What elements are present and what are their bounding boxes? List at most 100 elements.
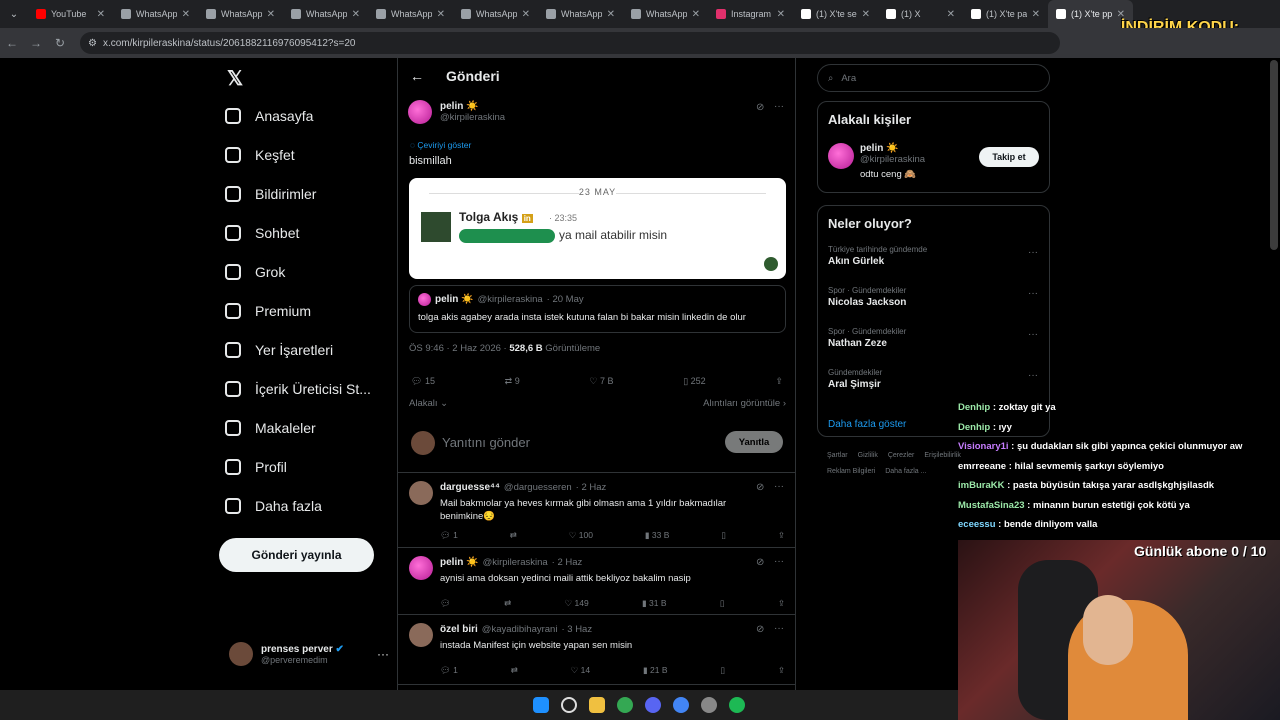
sort-dropdown[interactable]: Alakalı ⌄ [409,398,448,409]
post-time[interactable]: ÖS 9:46 · 2 Haz 2026 · [409,343,507,354]
chrome-icon[interactable] [617,697,633,713]
nav-item[interactable]: Daha fazla [225,498,322,514]
browser-tab[interactable]: WhatsApp ✕ [113,0,198,28]
chrome-active-icon[interactable] [673,697,689,713]
reply-button[interactable]: 💬︎ 1 [440,665,458,676]
reply-post[interactable]: özel biri @kayadibihayrani · 3 Haz ⊘ ··· inst… [398,615,795,685]
forward-icon[interactable]: → [24,36,48,50]
trend-item[interactable]: Spor · Gündemdekiler Nicolas Jackson ··· [828,286,1038,308]
browser-tab[interactable]: WhatsApp ✕ [538,0,623,28]
footer-link[interactable]: Gizlilik [858,452,878,459]
close-icon[interactable]: ✕ [522,9,530,20]
bookmark-button[interactable]: ▯ 252 [683,376,705,387]
avatar[interactable] [828,143,854,169]
more-icon[interactable]: ··· [1028,329,1038,340]
repost-button[interactable]: ⇄ [511,665,518,676]
more-icon[interactable]: ··· [377,647,389,661]
nav-item[interactable]: Bildirimler [225,186,316,202]
close-icon[interactable]: ✕ [1117,9,1125,20]
discord-icon[interactable] [645,697,661,713]
browser-tab[interactable]: WhatsApp ✕ [283,0,368,28]
bookmark-button[interactable]: ▯ [720,665,725,676]
footer-link[interactable]: Daha fazla ... [885,468,926,475]
quoted-post[interactable]: pelin ☀️ @kirpileraskina · 20 May tolga … [409,285,786,333]
avatar[interactable] [409,481,433,505]
post-author[interactable]: pelin ☀️ @kirpileraskina [408,100,505,124]
nav-item[interactable]: Keşfet [225,147,295,163]
more-icon[interactable]: ··· [1028,288,1038,299]
nav-item[interactable]: İçerik Üreticisi St... [225,381,371,397]
scrollbar[interactable] [1270,60,1278,250]
browser-tab[interactable]: WhatsApp ✕ [368,0,453,28]
footer-link[interactable]: Reklam Bilgileri [827,468,875,475]
close-icon[interactable]: ✕ [437,9,445,20]
share-icon[interactable]: ⇪ [778,665,785,676]
file-explorer-icon[interactable] [589,697,605,713]
search-icon[interactable] [561,697,577,713]
author-name[interactable]: pelin ☀️ [440,101,505,112]
grok-icon[interactable]: ⊘ [756,557,764,568]
grok-icon[interactable]: ⊘ [756,624,764,635]
avatar[interactable] [409,556,433,580]
tab-search-icon[interactable]: ⌄ [0,9,28,20]
windows-start-icon[interactable] [533,697,549,713]
trend-item[interactable]: Gündemdekiler Aral Şimşir ··· [828,368,1038,390]
avatar[interactable] [409,623,433,647]
bookmark-button[interactable]: ▯ [720,598,725,609]
browser-tab[interactable]: YouTube ✕ [28,0,113,28]
nav-item[interactable]: Anasayfa [225,108,313,124]
x-logo-icon[interactable]: 𝕏 [227,66,243,91]
show-more-link[interactable]: Daha fazla göster [828,419,906,430]
nav-item[interactable]: Makaleler [225,420,316,436]
reply-submit-button[interactable]: Yanıtla [725,431,783,453]
post-image[interactable]: 23 MAY Tolga Akış in · 23:35 ya mail ata… [409,178,786,279]
nav-item[interactable]: Profil [225,459,287,475]
close-icon[interactable]: ✕ [1032,9,1040,20]
footer-link[interactable]: Erişilebilirlik [924,452,961,459]
browser-tab[interactable]: (1) X'te se ✕ [793,0,878,28]
account-switcher[interactable]: prenses perver ✔ @perveremedim ··· [229,642,389,666]
reply-button[interactable]: 💬︎ 15 [411,376,435,387]
nav-item[interactable]: Premium [225,303,311,319]
views-button[interactable]: ▮ 33 B [645,530,670,541]
nav-item[interactable]: Yer İşaretleri [225,342,333,358]
spotify-icon[interactable] [729,697,745,713]
bookmark-button[interactable]: ▯ [721,530,726,541]
repost-button[interactable]: ⇄ 9 [505,376,520,387]
browser-tab[interactable]: Instagram ✕ [708,0,793,28]
url-field[interactable]: ⚙ x.com/kirpileraskina/status/2061882116… [80,32,1060,54]
search-input[interactable]: ⌕ Ara [817,64,1050,92]
close-icon[interactable]: ✕ [692,9,700,20]
reload-icon[interactable]: ↻ [48,36,72,50]
share-icon[interactable]: ⇪ [775,376,783,387]
author-handle[interactable]: @kirpileraskina [440,112,505,123]
reply-button[interactable]: 💬︎ 1 [440,530,458,541]
like-button[interactable]: ♡ 100 [569,530,593,541]
nav-item[interactable]: Sohbet [225,225,299,241]
obs-icon[interactable] [701,697,717,713]
reply-author-name[interactable]: darguesse⁴⁴ [440,482,500,493]
views-button[interactable]: ▮ 21 B [643,665,668,676]
repost-button[interactable]: ⇄ [504,598,511,609]
like-button[interactable]: ♡ 7 B [589,376,613,387]
more-icon[interactable]: ··· [774,481,784,492]
reply-post[interactable]: pelin ☀️ @kirpileraskina · 2 Haz ⊘ ··· aynisi… [398,548,795,615]
more-icon[interactable]: ··· [774,623,784,634]
close-icon[interactable]: ✕ [352,9,360,20]
browser-tab[interactable]: WhatsApp ✕ [453,0,538,28]
close-icon[interactable]: ✕ [607,9,615,20]
trend-item[interactable]: Spor · Gündemdekiler Nathan Zeze ··· [828,327,1038,349]
share-icon[interactable]: ⇪ [778,598,785,609]
repost-button[interactable]: ⇄ [510,530,517,541]
like-button[interactable]: ♡ 149 [565,598,589,609]
reply-author-name[interactable]: özel biri [440,624,478,635]
reply-post[interactable]: darguesse⁴⁴ @darguesseren · 2 Haz ⊘ ··· Mail … [398,473,795,548]
reply-input[interactable]: Yanıtını gönder [442,435,530,450]
close-icon[interactable]: ✕ [777,9,785,20]
back-icon[interactable]: ← [0,36,24,50]
browser-tab[interactable]: WhatsApp ✕ [623,0,708,28]
close-icon[interactable]: ✕ [947,9,955,20]
grok-icon[interactable]: ⊘ [756,102,764,113]
more-icon[interactable]: ··· [774,556,784,567]
view-quotes-link[interactable]: Alıntıları görüntüle › [703,398,786,409]
